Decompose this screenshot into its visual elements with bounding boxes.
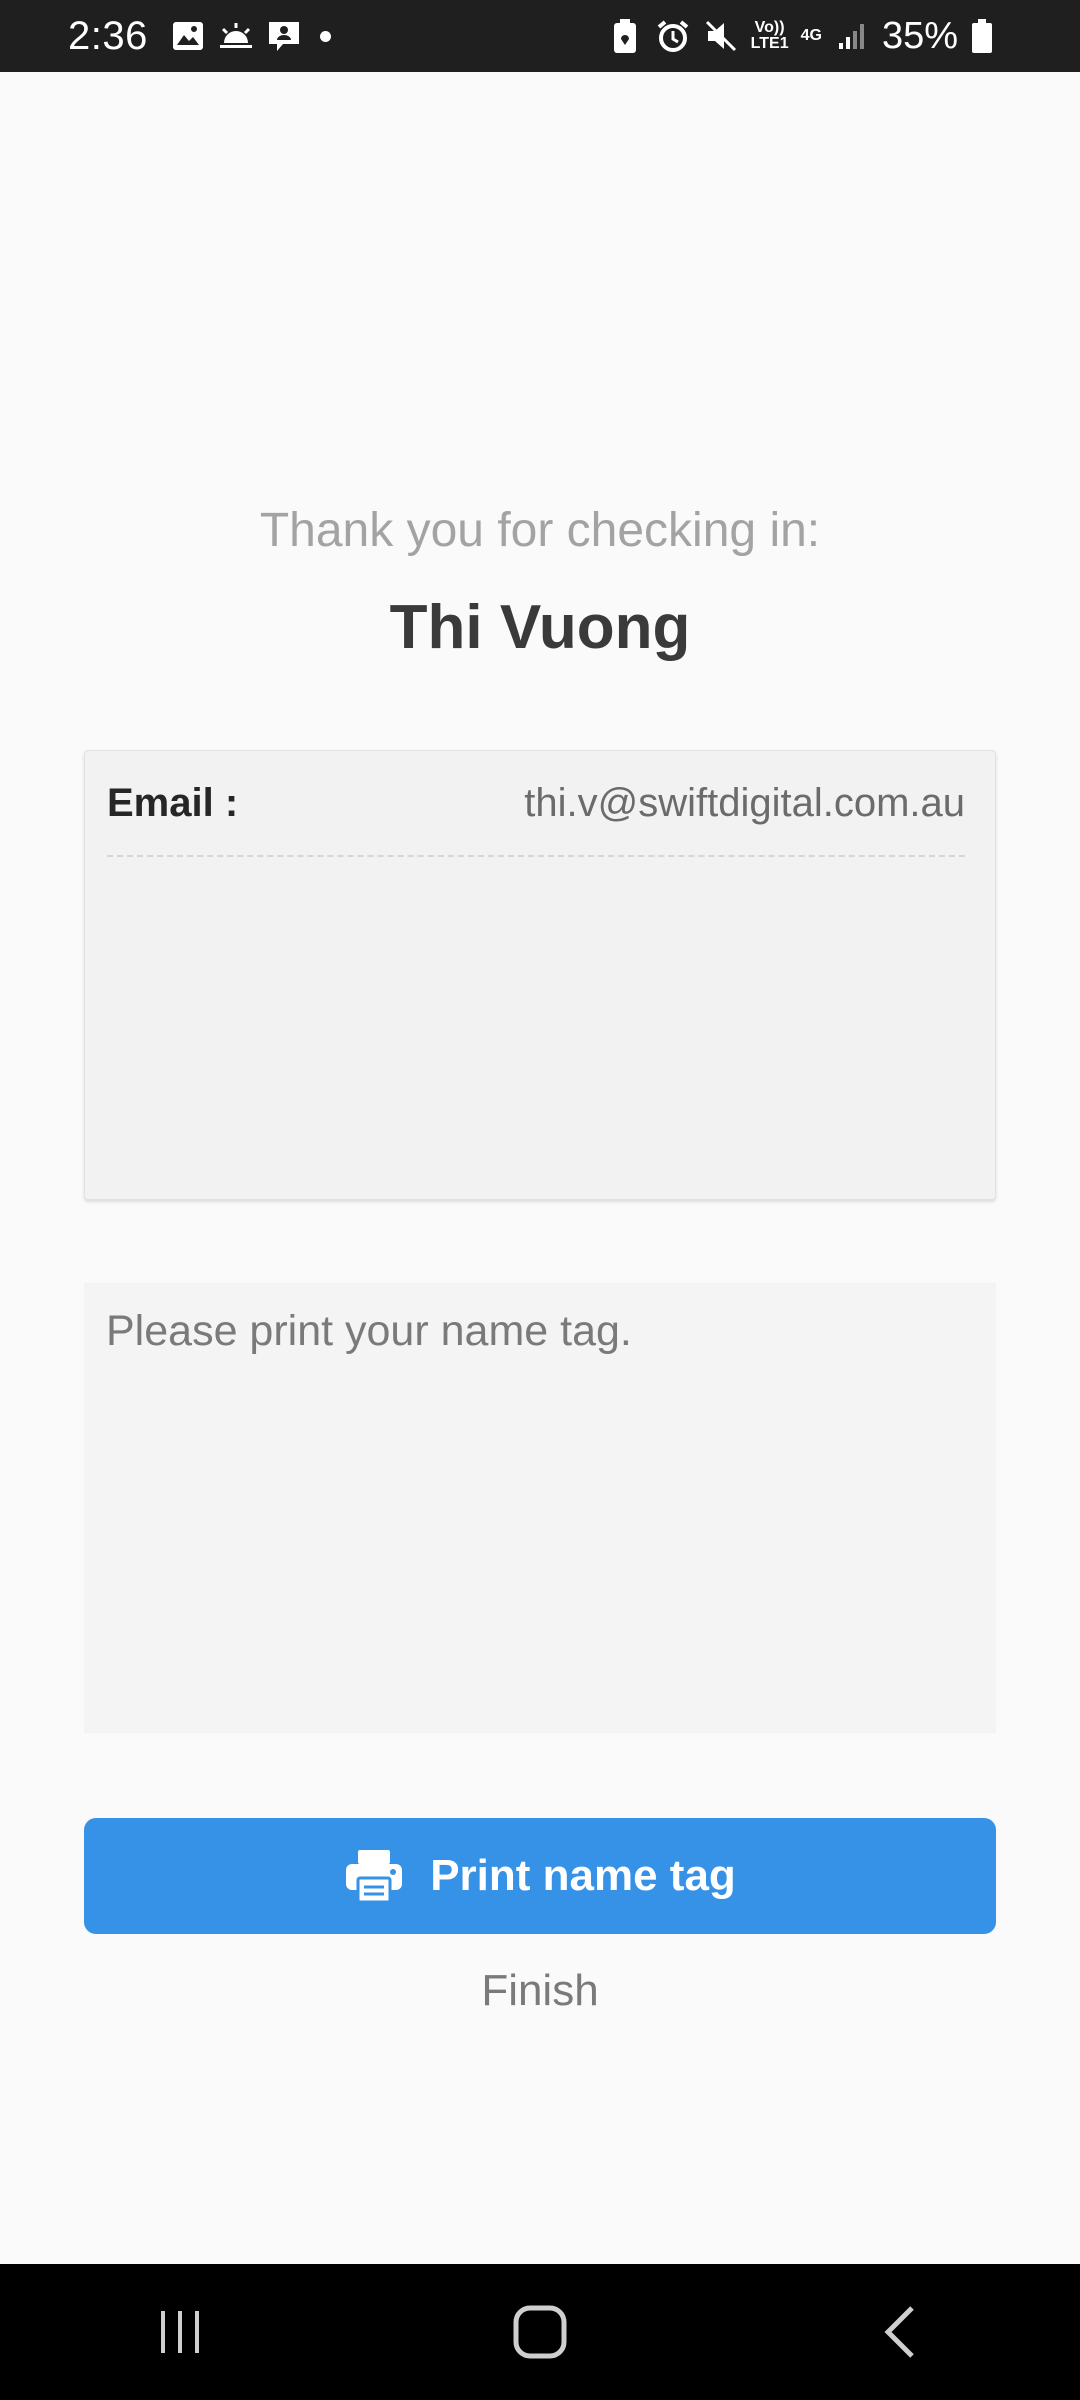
status-bar: 2:36 Vo)) LTE1 4G 35% bbox=[0, 0, 1080, 72]
volte-icon: Vo)) LTE1 bbox=[750, 19, 789, 52]
system-nav-bar bbox=[0, 2264, 1080, 2400]
back-icon[interactable] bbox=[840, 2282, 960, 2382]
contact-message-icon bbox=[266, 18, 302, 54]
email-value: thi.v@swiftdigital.com.au bbox=[524, 780, 965, 825]
status-time: 2:36 bbox=[68, 13, 148, 58]
network-4g-icon: 4G bbox=[800, 27, 822, 44]
battery-percent: 35% bbox=[881, 14, 958, 57]
home-icon[interactable] bbox=[480, 2282, 600, 2382]
print-name-tag-button[interactable]: Print name tag bbox=[84, 1818, 996, 1934]
gallery-icon bbox=[170, 18, 206, 54]
email-row: Email : thi.v@swiftdigital.com.au bbox=[107, 751, 965, 857]
status-left: 2:36 bbox=[68, 14, 331, 59]
recent-apps-icon[interactable] bbox=[120, 2282, 240, 2382]
mute-icon bbox=[703, 18, 739, 54]
finish-link[interactable]: Finish bbox=[0, 1966, 1080, 2016]
signal-icon bbox=[834, 18, 870, 54]
battery-saver-icon bbox=[607, 18, 643, 54]
email-label: Email : bbox=[107, 780, 239, 825]
message-box: Please print your name tag. bbox=[84, 1283, 996, 1733]
battery-icon bbox=[964, 18, 1000, 54]
notification-dot bbox=[319, 30, 331, 42]
printer-icon bbox=[344, 1848, 404, 1904]
thanks-heading: Thank you for checking in: bbox=[259, 504, 821, 557]
guest-name: Thi Vuong bbox=[389, 593, 691, 662]
alarm-icon bbox=[655, 18, 691, 54]
details-card: Email : thi.v@swiftdigital.com.au bbox=[84, 750, 996, 1200]
print-button-label: Print name tag bbox=[430, 1851, 736, 1900]
weather-icon bbox=[218, 18, 254, 54]
status-right: Vo)) LTE1 4G 35% bbox=[607, 15, 1012, 58]
message-text: Please print your name tag. bbox=[106, 1307, 632, 1355]
